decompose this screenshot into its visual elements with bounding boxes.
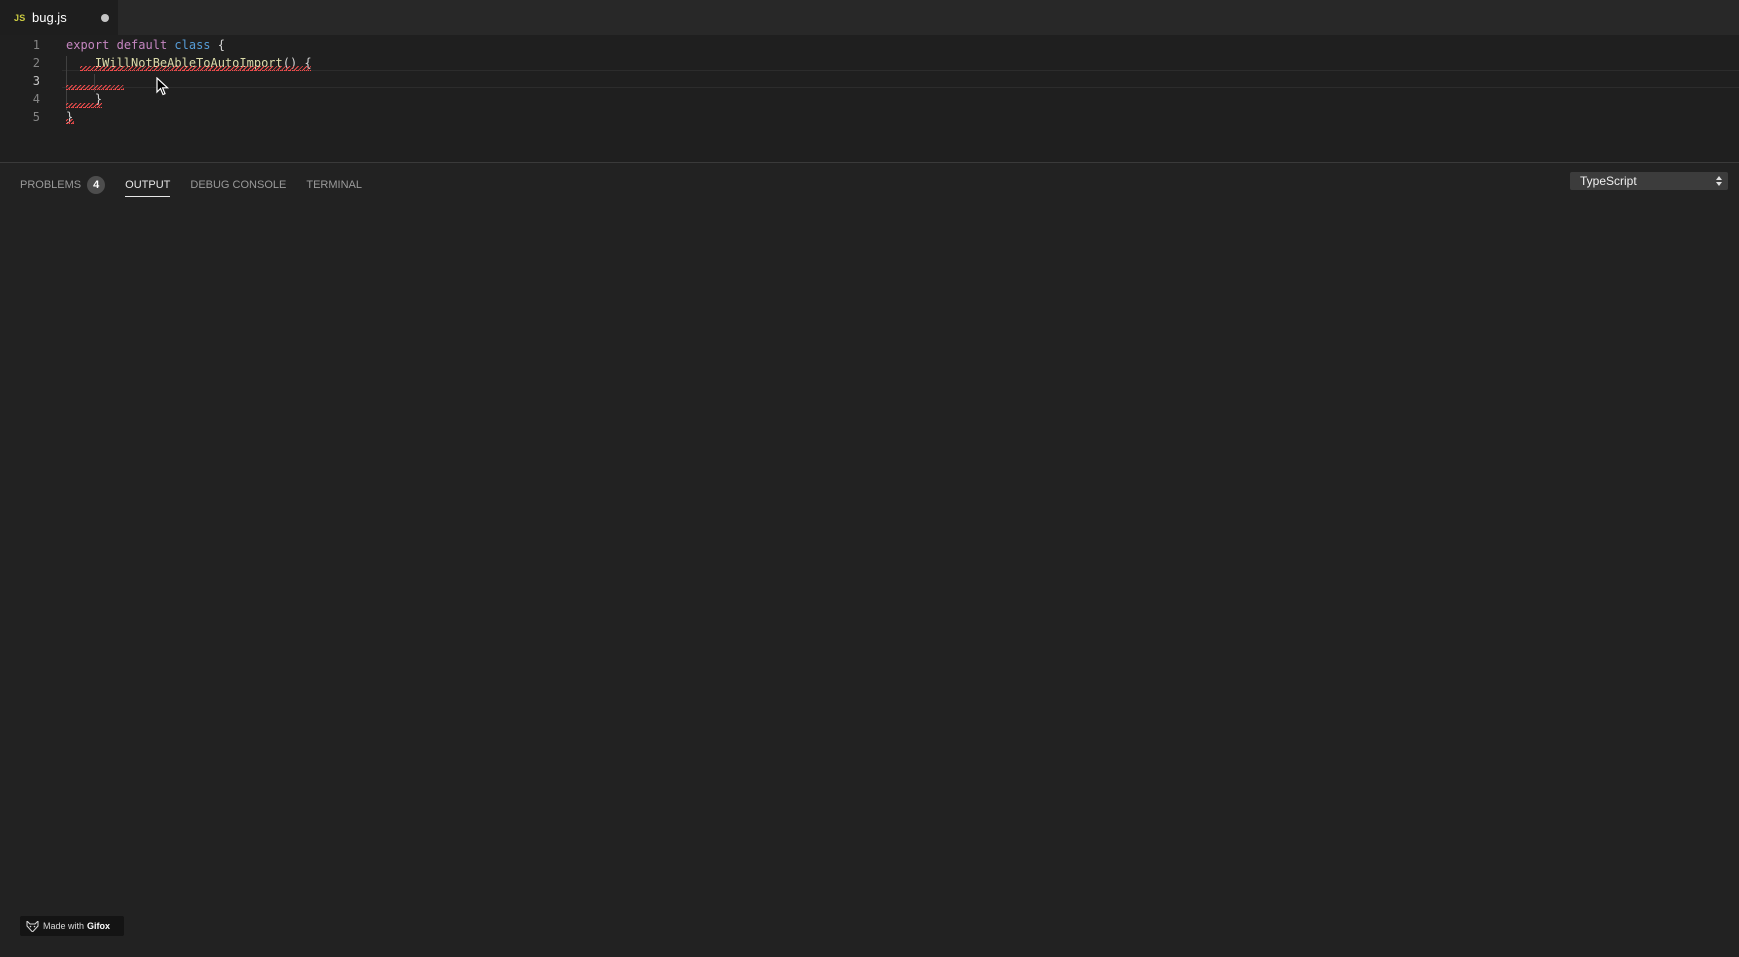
fox-logo-icon (26, 920, 39, 932)
tab-terminal-label: TERMINAL (306, 179, 362, 191)
code-line: 4 } (0, 90, 1739, 108)
line-number: 2 (32, 56, 40, 70)
unsaved-dot-icon[interactable] (101, 14, 109, 22)
error-squiggle[interactable] (66, 103, 102, 108)
line-number: 4 (32, 92, 40, 106)
watermark-prefix: Made with (43, 921, 85, 931)
editor-tab-bar: JS bug.js (0, 0, 1739, 35)
tab-terminal[interactable]: TERMINAL (306, 174, 362, 196)
tab-problems-label: PROBLEMS (20, 179, 82, 191)
watermark-brand: Gifox (87, 921, 111, 931)
code-token: { (210, 38, 225, 52)
code-text[interactable]: export default class { (66, 36, 225, 54)
output-channel-value: TypeScript (1580, 174, 1637, 188)
code-line: 5 } (0, 108, 1739, 126)
tab-debug-console[interactable]: DEBUG CONSOLE (190, 174, 286, 196)
code-token: class (174, 38, 211, 52)
error-squiggle[interactable] (80, 66, 311, 71)
code-line: 1 export default class { (0, 36, 1739, 54)
tab-output[interactable]: OUTPUT (125, 174, 171, 197)
tab-debug-console-label: DEBUG CONSOLE (190, 179, 287, 191)
javascript-file-icon: JS (14, 13, 26, 23)
gifox-watermark: Made with Gifox (20, 916, 124, 936)
line-number: 3 (32, 74, 40, 88)
select-arrows-icon (1716, 176, 1722, 186)
output-channel-select[interactable]: TypeScript (1570, 172, 1728, 190)
problems-count-badge: 4 (87, 176, 106, 194)
panel-tab-strip: PROBLEMS 4 OUTPUT DEBUG CONSOLE TERMINAL (20, 173, 382, 197)
tab-bug-js[interactable]: JS bug.js (0, 0, 118, 35)
tab-label: bug.js (32, 10, 67, 25)
line-number: 1 (32, 38, 40, 52)
tab-output-label: OUTPUT (125, 178, 171, 191)
vscode-window: JS bug.js 1 export default class { 2 IWi… (0, 0, 1739, 957)
error-squiggle[interactable] (66, 119, 74, 124)
error-squiggle[interactable] (66, 85, 124, 90)
code-token: export (66, 38, 110, 52)
tab-problems[interactable]: PROBLEMS 4 (20, 174, 106, 196)
line-number: 5 (32, 110, 40, 124)
code-line: 3 (0, 72, 1739, 90)
bottom-panel: PROBLEMS 4 OUTPUT DEBUG CONSOLE TERMINAL… (0, 162, 1739, 957)
mouse-pointer-icon (156, 77, 170, 96)
code-token: default (116, 38, 168, 52)
code-editor[interactable]: 1 export default class { 2 IWillNotBeAbl… (0, 35, 1739, 162)
